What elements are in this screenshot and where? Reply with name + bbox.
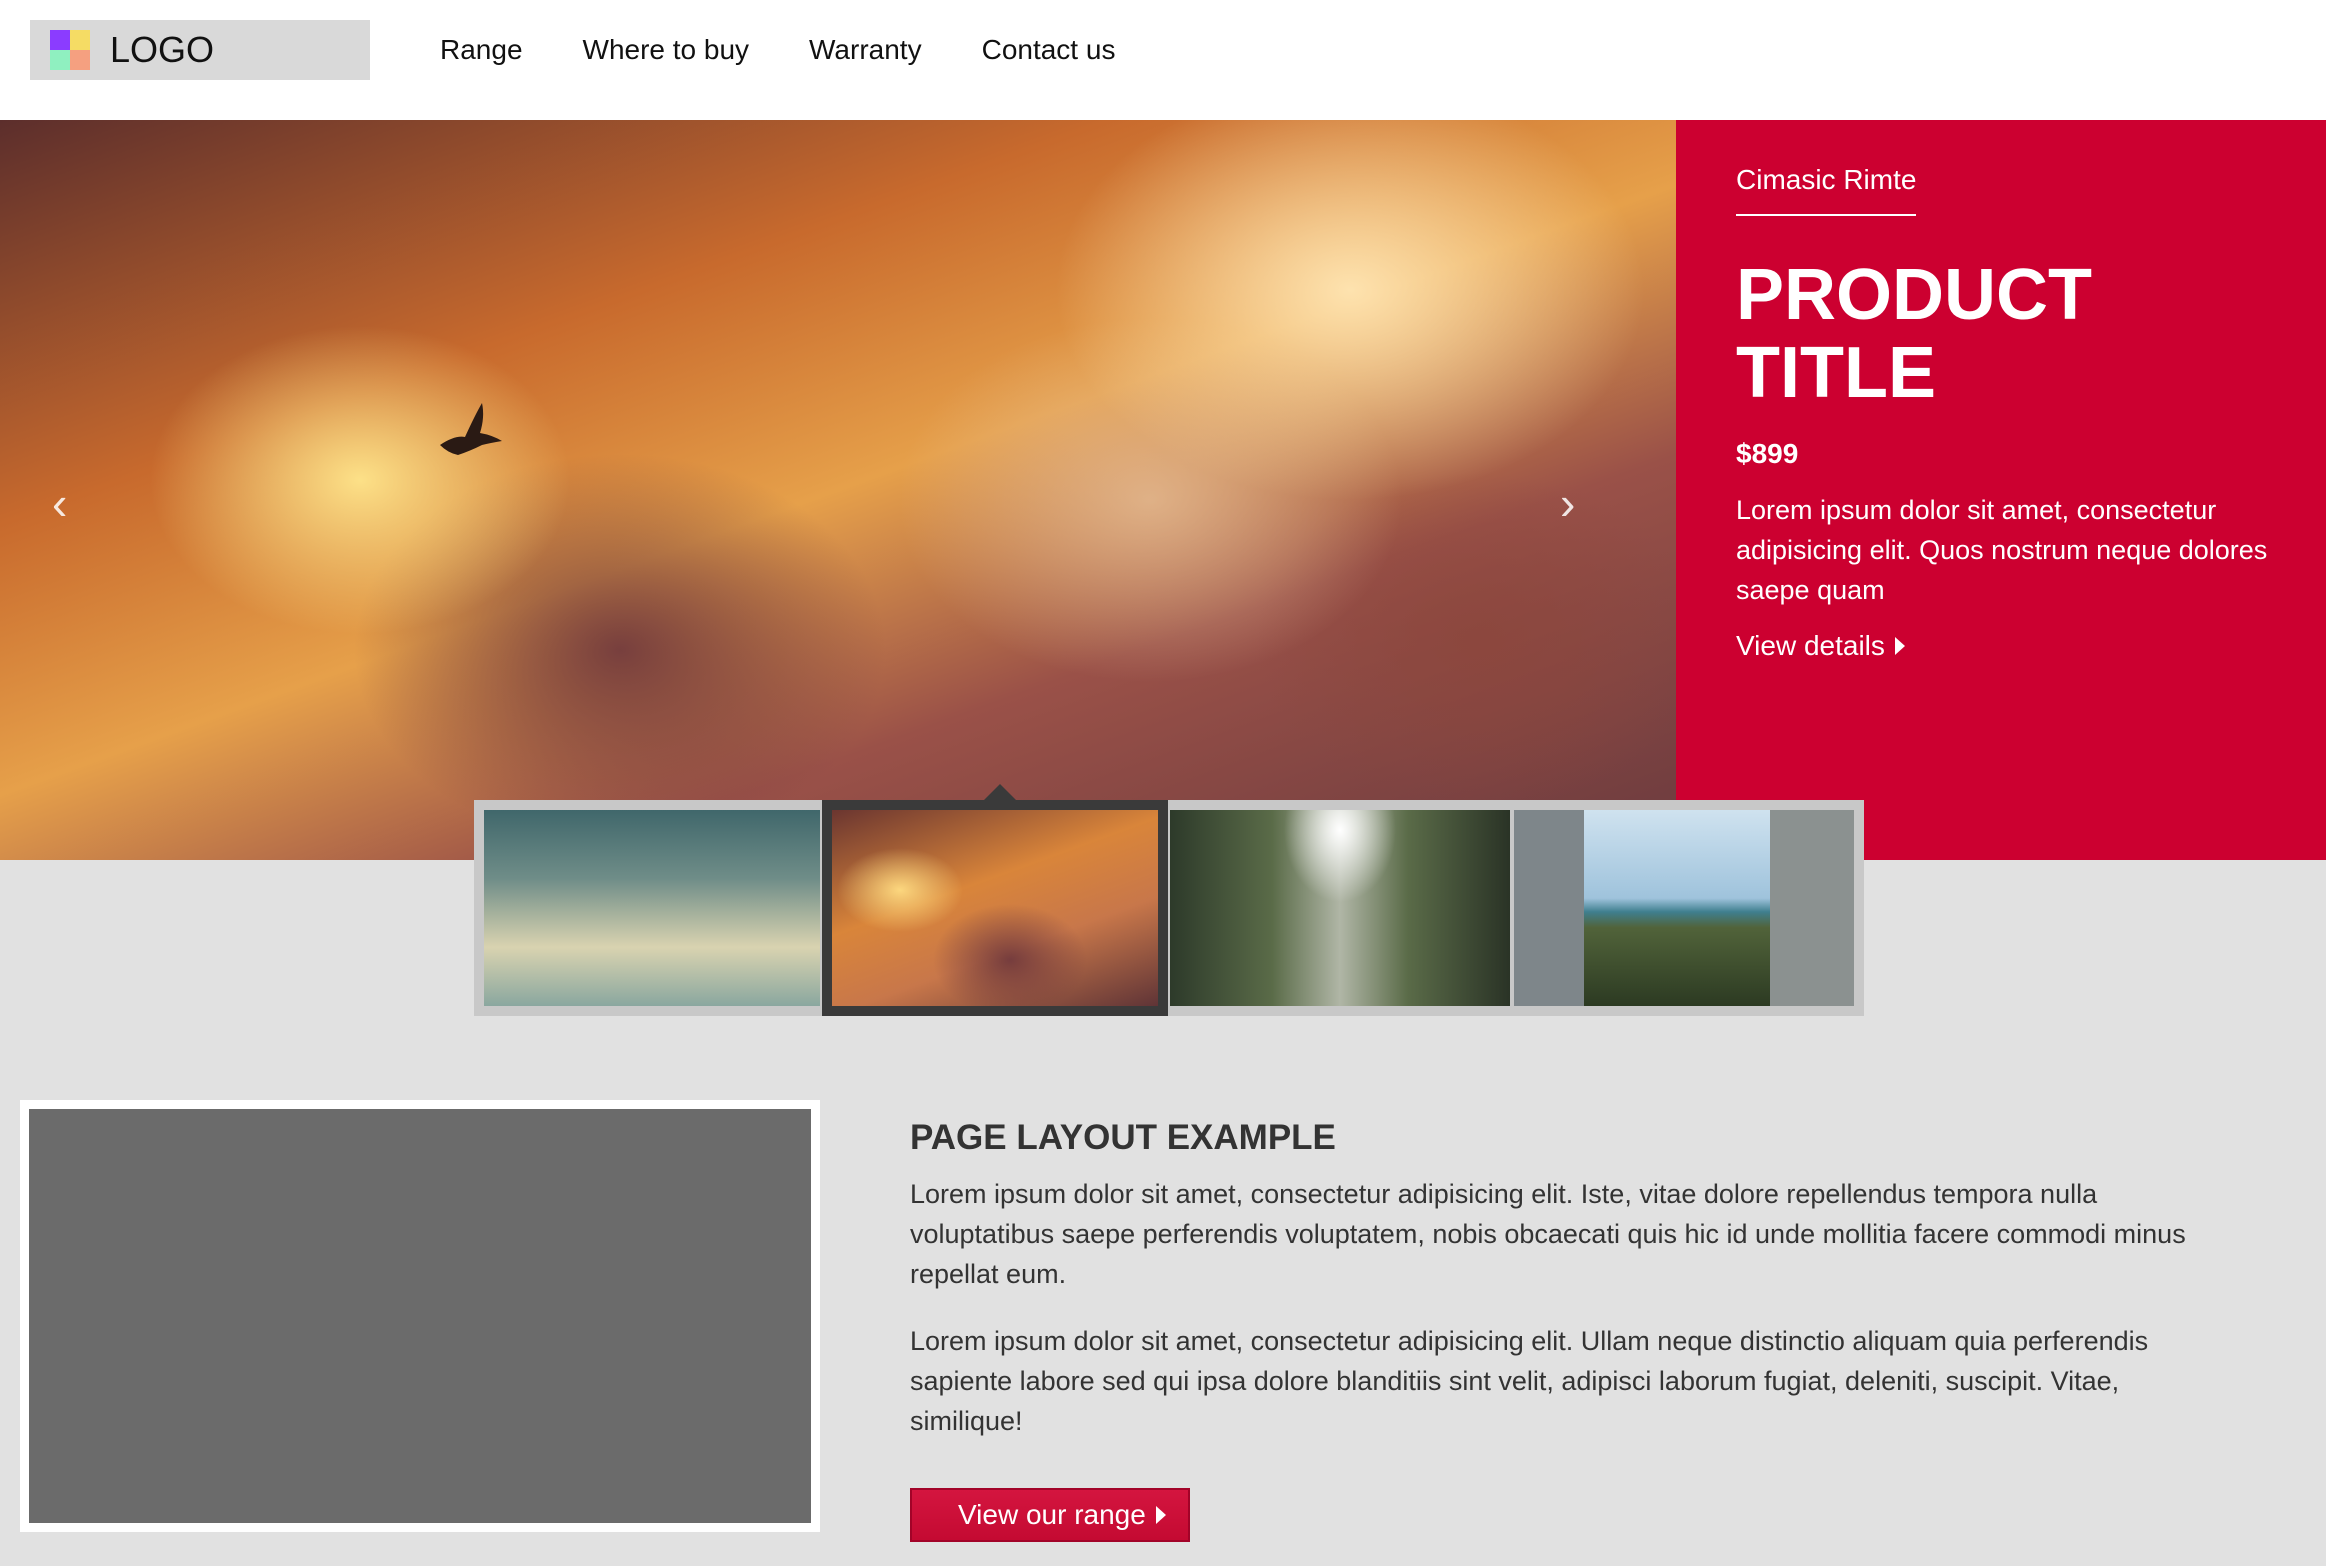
site-header: LOGO Range Where to buy Warranty Contact… bbox=[0, 0, 2326, 120]
section-paragraph-1: Lorem ipsum dolor sit amet, consectetur … bbox=[910, 1179, 2186, 1289]
main-nav: Range Where to buy Warranty Contact us bbox=[440, 30, 1175, 70]
product-brand: Cimasic Rimte bbox=[1736, 164, 1917, 216]
nav-warranty[interactable]: Warranty bbox=[809, 30, 922, 70]
carousel-prev-icon[interactable]: ‹ bbox=[52, 480, 67, 526]
product-panel: Cimasic Rimte PRODUCT TITLE $899 Lorem i… bbox=[1676, 120, 2326, 860]
media-placeholder-inner bbox=[29, 1109, 811, 1523]
nav-range[interactable]: Range bbox=[440, 30, 523, 70]
logo-text: LOGO bbox=[110, 29, 215, 70]
thumbnail-1[interactable] bbox=[484, 810, 820, 1006]
caret-right-icon bbox=[1894, 637, 1905, 655]
hero-image: ‹ › bbox=[0, 120, 1676, 860]
carousel-next-icon[interactable]: › bbox=[1560, 480, 1575, 526]
nav-where-to-buy[interactable]: Where to buy bbox=[583, 30, 750, 70]
thumbnail-3[interactable] bbox=[1170, 810, 1510, 1006]
thumbnail-strip bbox=[474, 784, 1864, 1016]
section-title: PAGE LAYOUT EXAMPLE bbox=[910, 1118, 1336, 1157]
product-price: $899 bbox=[1736, 438, 1799, 469]
media-placeholder bbox=[20, 1100, 820, 1532]
thumbnail-selected-frame bbox=[822, 800, 1168, 1016]
section-paragraph-2: Lorem ipsum dolor sit amet, consectetur … bbox=[910, 1326, 2149, 1436]
view-our-range-label: View our range bbox=[958, 1499, 1146, 1530]
product-title-line1: PRODUCT bbox=[1736, 255, 2092, 335]
view-details-link[interactable]: View details bbox=[1736, 630, 2326, 662]
caret-right-icon bbox=[1155, 1506, 1166, 1524]
thumbnail-selected-notch bbox=[984, 784, 1016, 800]
view-our-range-button[interactable]: View our range bbox=[910, 1488, 1190, 1542]
nav-contact-us[interactable]: Contact us bbox=[982, 30, 1116, 70]
product-title: PRODUCT TITLE bbox=[1736, 256, 2326, 412]
product-description: Lorem ipsum dolor sit amet, consectetur … bbox=[1736, 495, 2268, 605]
view-details-label: View details bbox=[1736, 630, 1885, 661]
product-title-line2: TITLE bbox=[1736, 333, 1936, 413]
bird-icon bbox=[440, 403, 502, 455]
logo-icon bbox=[50, 30, 90, 70]
content-section: PAGE LAYOUT EXAMPLE Lorem ipsum dolor si… bbox=[910, 1118, 2210, 1542]
thumbnail-4[interactable] bbox=[1514, 810, 1854, 1006]
logo[interactable]: LOGO bbox=[30, 20, 370, 80]
